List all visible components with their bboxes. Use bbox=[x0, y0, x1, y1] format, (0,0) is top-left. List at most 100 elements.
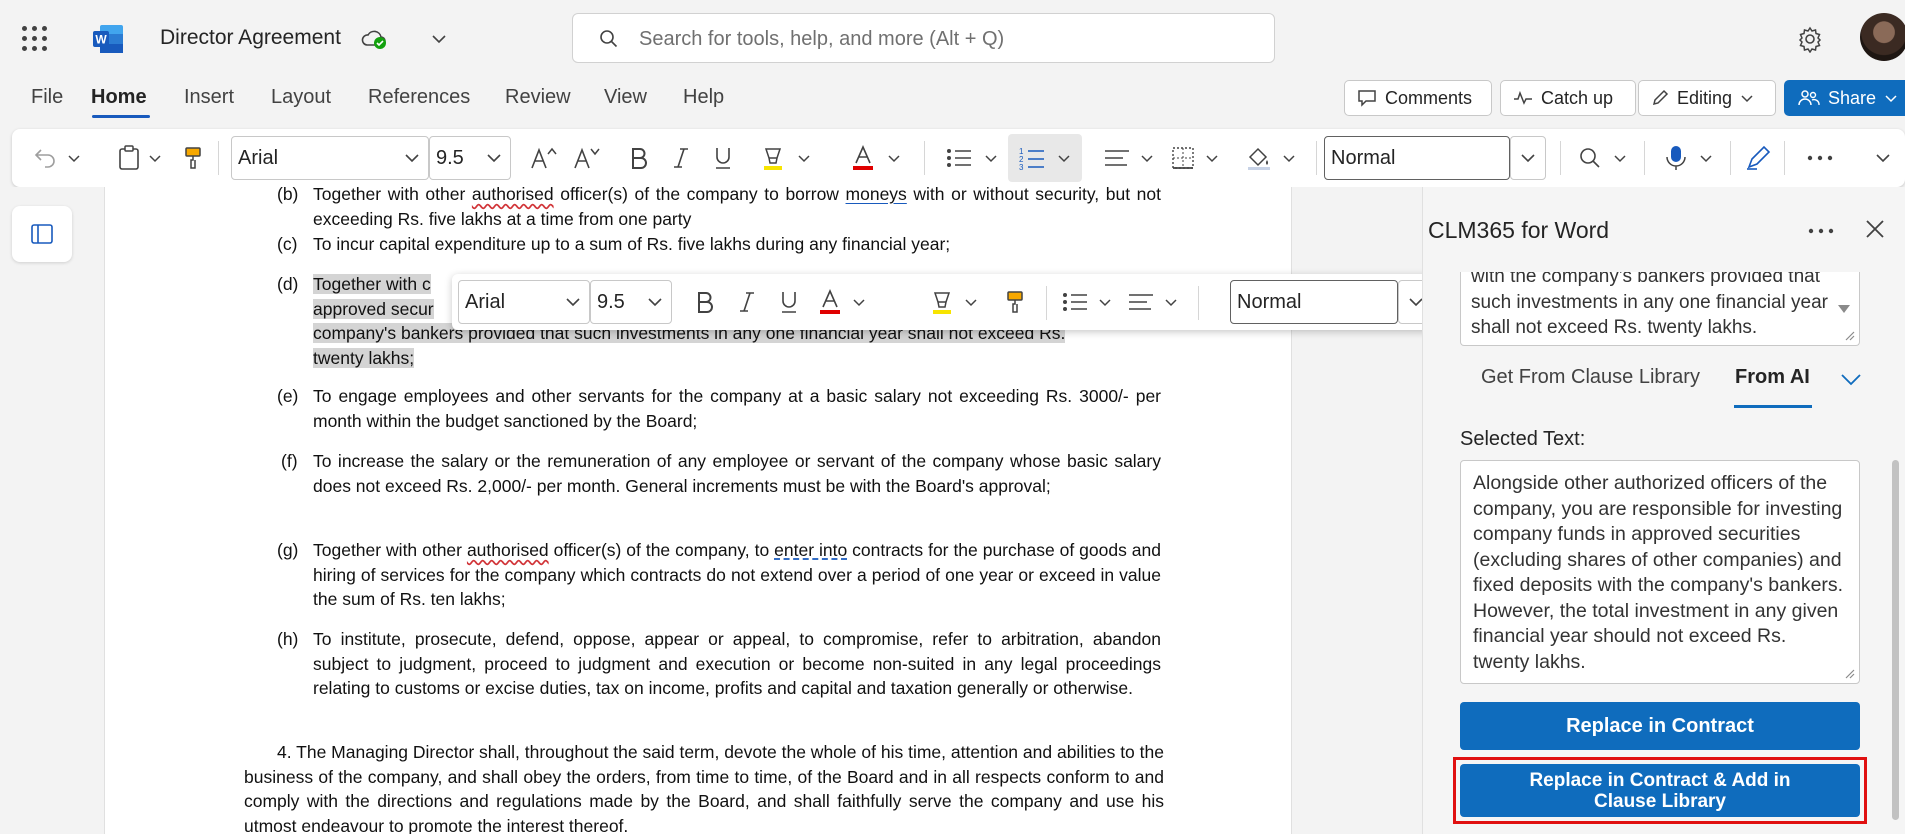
more-horizontal-icon[interactable] bbox=[1808, 228, 1834, 234]
pane-title: CLM365 for Word bbox=[1428, 217, 1610, 243]
tab-from-ai[interactable]: From AI bbox=[1735, 366, 1810, 389]
share-button[interactable]: Share bbox=[1784, 80, 1905, 116]
mini-style-value: Normal bbox=[1237, 290, 1302, 313]
command-ribbon: Arial 9.5 123 Normal bbox=[12, 129, 1905, 187]
tab-file[interactable]: File bbox=[31, 86, 63, 109]
mini-font-name-select[interactable]: Arial bbox=[458, 280, 590, 324]
clause-label: (e) bbox=[277, 386, 299, 406]
font-color-icon bbox=[820, 289, 840, 314]
chevron-down-icon bbox=[1206, 155, 1218, 163]
clause-item: (c) To incur capital expenditure up to a… bbox=[277, 232, 1197, 257]
format-painter-icon bbox=[1007, 291, 1023, 313]
grow-font-button[interactable] bbox=[527, 129, 561, 187]
gear-icon[interactable] bbox=[1796, 25, 1824, 53]
avatar[interactable] bbox=[1860, 13, 1905, 61]
tab-get-from-clause-library[interactable]: Get From Clause Library bbox=[1481, 366, 1700, 389]
dictate-button[interactable] bbox=[1656, 129, 1722, 187]
chevron-down-icon bbox=[965, 299, 977, 307]
clause-label: (g) bbox=[277, 540, 299, 560]
font-name-select[interactable]: Arial bbox=[231, 136, 429, 180]
chevron-down-icon[interactable] bbox=[430, 30, 448, 48]
mini-bold-button[interactable] bbox=[690, 274, 720, 330]
chevron-down-icon bbox=[1741, 95, 1753, 103]
undo-icon bbox=[34, 149, 55, 168]
resize-handle-icon[interactable] bbox=[1843, 329, 1855, 341]
align-button[interactable] bbox=[1098, 129, 1160, 187]
mini-highlight-button[interactable] bbox=[924, 274, 984, 330]
paint-bucket-icon bbox=[1248, 147, 1270, 170]
editor-button[interactable] bbox=[1740, 129, 1776, 187]
clause-text: Together with other authorised officer(s… bbox=[313, 540, 1161, 609]
selected-text-area[interactable]: Alongside other authorized officers of t… bbox=[1460, 460, 1860, 684]
scroll-down-icon[interactable] bbox=[1837, 304, 1851, 314]
mini-italic-button[interactable] bbox=[732, 274, 762, 330]
ribbon-tabs: File Home Insert Layout References Revie… bbox=[0, 78, 1340, 120]
chevron-down-icon bbox=[1165, 299, 1177, 307]
mini-underline-button[interactable] bbox=[774, 274, 804, 330]
separator bbox=[218, 141, 219, 175]
clause-label: (h) bbox=[277, 629, 299, 649]
navigation-pane-button[interactable] bbox=[12, 206, 72, 262]
font-color-button[interactable] bbox=[846, 129, 906, 187]
generated-clause-textarea[interactable]: with the company's bankers provided that… bbox=[1460, 272, 1860, 346]
mini-font-color-button[interactable] bbox=[812, 274, 872, 330]
style-dropdown-button[interactable] bbox=[1510, 136, 1546, 180]
borders-button[interactable] bbox=[1162, 129, 1228, 187]
pane-scrollbar[interactable] bbox=[1892, 460, 1899, 820]
chevron-down-icon bbox=[1521, 154, 1535, 163]
editing-mode-button[interactable]: Editing bbox=[1638, 80, 1776, 116]
close-icon[interactable] bbox=[1864, 218, 1886, 240]
undo-button[interactable] bbox=[32, 129, 82, 187]
font-size-select[interactable]: 9.5 bbox=[429, 136, 511, 180]
paste-button[interactable] bbox=[112, 129, 168, 187]
document-title[interactable]: Director Agreement bbox=[160, 26, 341, 50]
tab-references[interactable]: References bbox=[368, 86, 470, 109]
search-input[interactable]: Search for tools, help, and more (Alt + … bbox=[572, 13, 1275, 63]
tab-review[interactable]: Review bbox=[505, 86, 571, 109]
mini-style-select[interactable]: Normal bbox=[1230, 280, 1398, 324]
italic-button[interactable] bbox=[666, 129, 696, 187]
more-options-button[interactable] bbox=[1798, 129, 1842, 187]
numbering-button[interactable]: 123 bbox=[1008, 134, 1082, 182]
format-painter-button[interactable] bbox=[178, 129, 208, 187]
mini-bullets-button[interactable] bbox=[1056, 274, 1118, 330]
floating-format-toolbar: Arial 9.5 Normal bbox=[452, 274, 1494, 330]
shading-button[interactable] bbox=[1238, 129, 1304, 187]
app-launcher-icon[interactable] bbox=[22, 26, 48, 52]
selected-text-label: Selected Text: bbox=[1460, 428, 1586, 450]
clause-label: (f) bbox=[281, 451, 298, 471]
bullets-button[interactable] bbox=[940, 129, 1004, 187]
highlight-color-button[interactable] bbox=[756, 129, 816, 187]
catch-up-button[interactable]: Catch up bbox=[1500, 80, 1636, 116]
bold-button[interactable] bbox=[624, 129, 654, 187]
underline-button[interactable] bbox=[708, 129, 738, 187]
bold-icon bbox=[632, 148, 647, 169]
find-button[interactable] bbox=[1570, 129, 1636, 187]
grow-font-icon bbox=[531, 147, 557, 169]
shrink-font-icon bbox=[574, 147, 600, 169]
mini-align-button[interactable] bbox=[1122, 274, 1184, 330]
more-horizontal-icon bbox=[1807, 155, 1833, 161]
chevron-down-icon bbox=[149, 155, 161, 163]
clause-text: Together with other authorised officer(s… bbox=[313, 184, 1162, 229]
tab-active-indicator bbox=[92, 115, 150, 118]
replace-in-contract-button[interactable]: Replace in Contract bbox=[1460, 702, 1860, 750]
mini-format-painter-button[interactable] bbox=[1000, 274, 1030, 330]
ribbon-collapse-button[interactable] bbox=[1868, 129, 1898, 187]
tab-view[interactable]: View bbox=[604, 86, 647, 109]
tab-layout[interactable]: Layout bbox=[271, 86, 331, 109]
chevron-down-icon bbox=[888, 155, 900, 163]
tab-help[interactable]: Help bbox=[683, 86, 724, 109]
tab-insert[interactable]: Insert bbox=[184, 86, 234, 109]
search-icon bbox=[600, 30, 618, 48]
tab-home[interactable]: Home bbox=[91, 86, 147, 109]
chevron-down-icon bbox=[985, 155, 997, 163]
resize-handle-icon[interactable] bbox=[1843, 667, 1855, 679]
separator bbox=[1560, 141, 1561, 175]
style-select[interactable]: Normal bbox=[1324, 136, 1510, 180]
comments-button[interactable]: Comments bbox=[1344, 80, 1492, 116]
mini-font-size-select[interactable]: 9.5 bbox=[590, 280, 672, 324]
chevron-down-icon[interactable] bbox=[1840, 372, 1862, 386]
chevron-down-icon bbox=[566, 298, 580, 307]
shrink-font-button[interactable] bbox=[570, 129, 604, 187]
